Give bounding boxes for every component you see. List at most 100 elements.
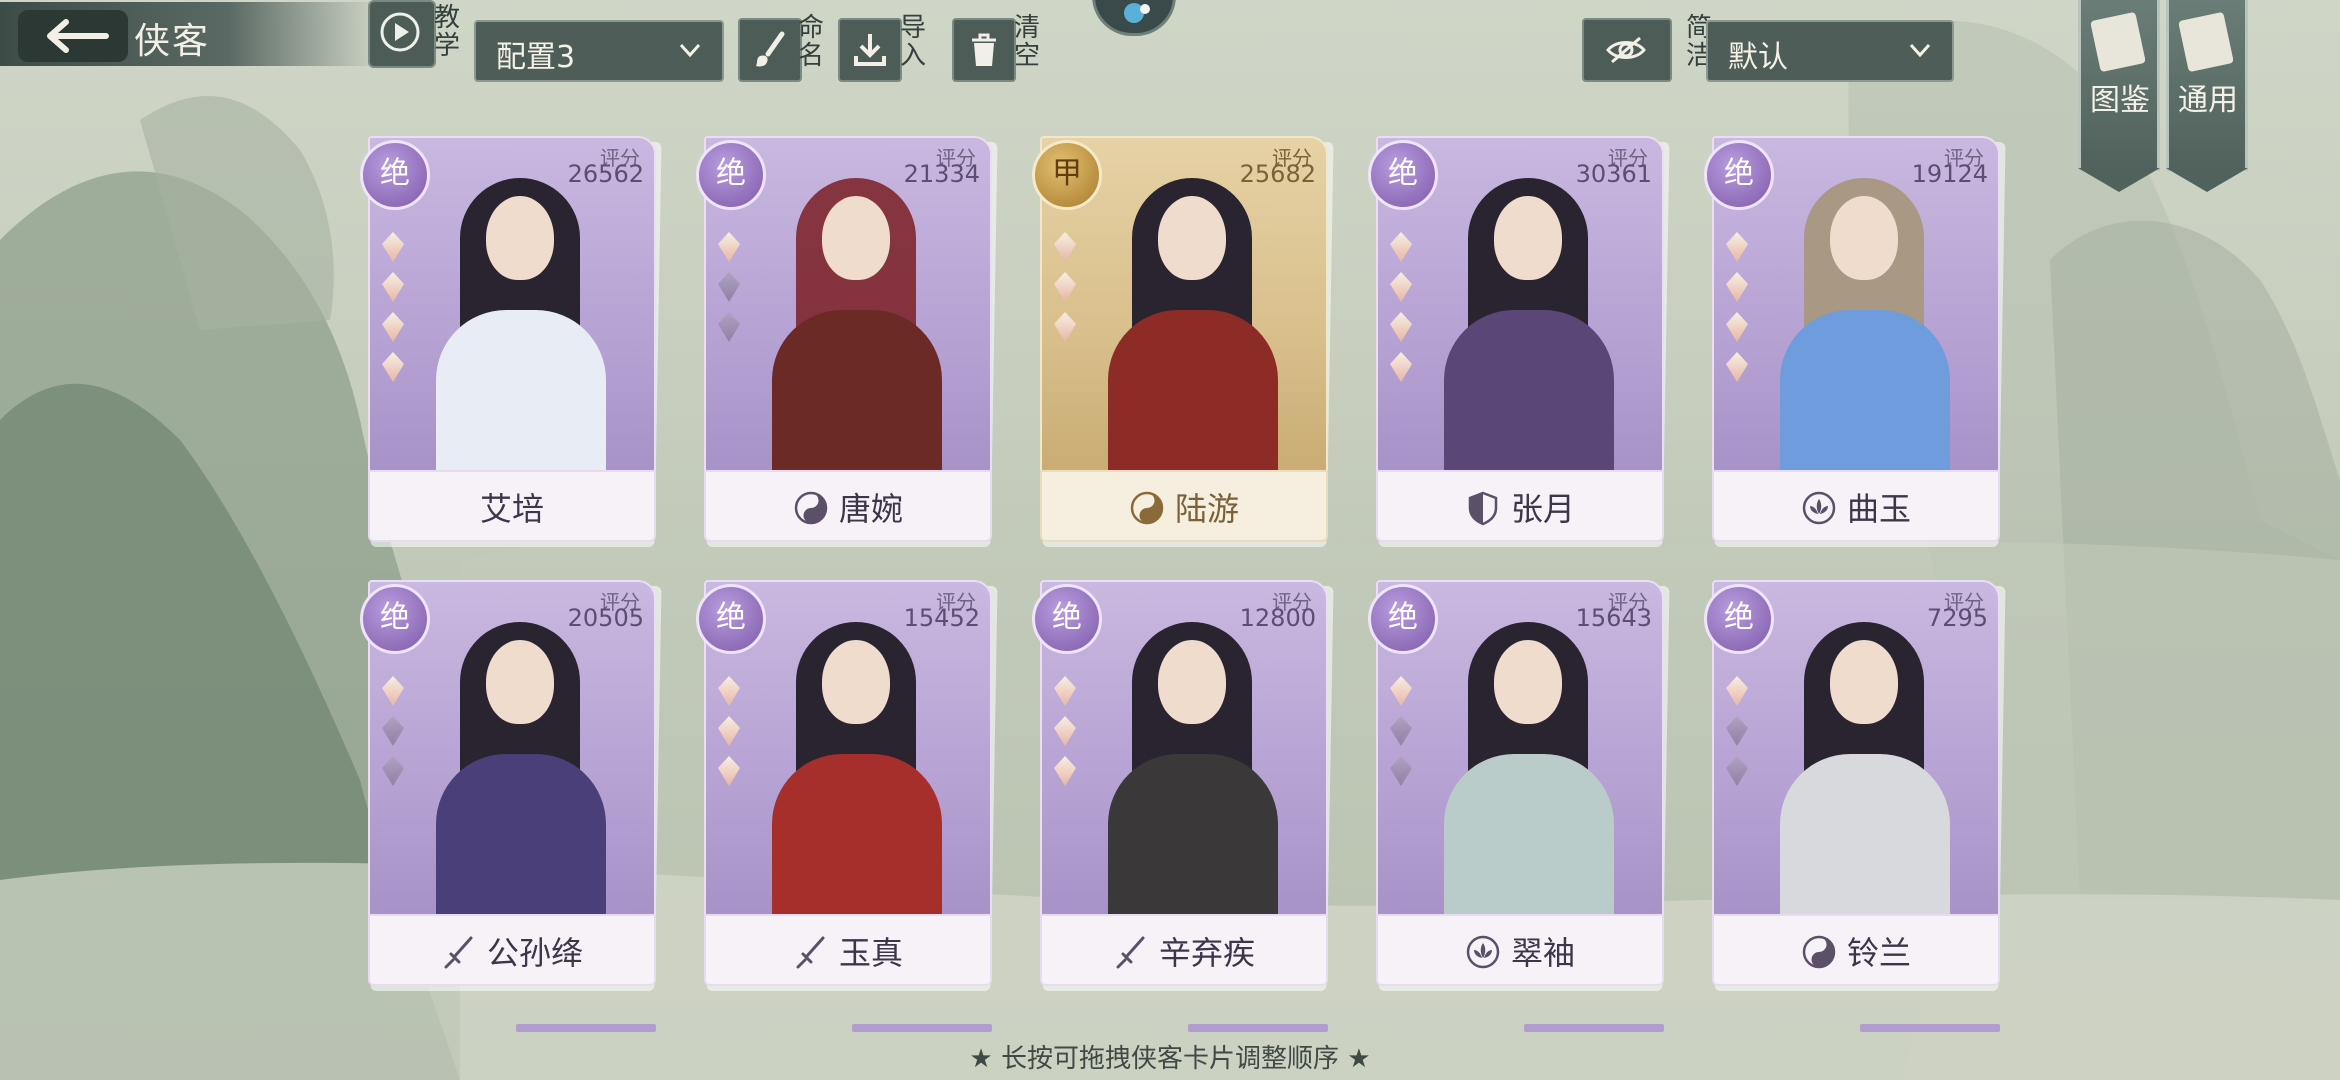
score-value: 19124	[1911, 160, 1988, 188]
codex-label: 图鉴	[2090, 83, 2150, 118]
score-value: 12800	[1239, 604, 1316, 632]
clear-button[interactable]	[952, 18, 1016, 82]
nameplate: 曲玉	[1712, 470, 2000, 542]
yin-yang-icon	[1130, 491, 1164, 525]
chevron-down-icon	[679, 43, 701, 58]
download-icon	[854, 34, 886, 66]
play-icon	[380, 12, 420, 52]
score-value: 15643	[1575, 604, 1652, 632]
star-gems	[1390, 232, 1420, 392]
star-gems	[718, 676, 748, 796]
tier-badge: 绝	[696, 584, 766, 654]
nameplate: 辛弃疾	[1040, 914, 1328, 986]
hero-name: 铃兰	[1846, 934, 1911, 972]
hero-card[interactable]: 评分 12800 绝 辛弃疾	[1032, 580, 1334, 991]
simple-view-button[interactable]	[1582, 18, 1672, 82]
book-icon	[2090, 11, 2146, 73]
back-arrow-icon	[47, 19, 109, 53]
tutorial-button[interactable]	[368, 0, 436, 68]
nameplate: 张月	[1376, 470, 1664, 542]
tier-badge: 绝	[1368, 140, 1438, 210]
header-bar: 侠客	[0, 2, 380, 66]
star-gems	[1390, 676, 1420, 796]
shield-icon	[1468, 491, 1498, 526]
hero-card[interactable]: 评分 15643 绝 翠袖	[1368, 580, 1670, 991]
nameplate: 翠袖	[1376, 914, 1664, 986]
nameplate: 铃兰	[1712, 914, 2000, 986]
emblem-icon	[1092, 0, 1176, 36]
hero-name: 曲玉	[1846, 490, 1911, 528]
codex-button[interactable]: 图鉴	[2078, 0, 2160, 192]
sort-select-value: 默认	[1728, 40, 1788, 75]
chevron-down-icon	[1909, 43, 1931, 58]
rename-button[interactable]	[738, 18, 802, 82]
config-select[interactable]: 配置3	[474, 20, 724, 82]
next-row-card-edge	[852, 1024, 992, 1032]
hero-name: 玉真	[838, 934, 903, 972]
hero-card[interactable]: 评分 7295 绝 铃兰	[1704, 580, 2006, 991]
tier-badge: 绝	[360, 584, 430, 654]
nameplate: 玉真	[704, 914, 992, 986]
score-value: 15452	[903, 604, 980, 632]
page-title: 侠客	[134, 21, 211, 62]
clear-label: 清空	[1014, 13, 1041, 71]
hero-name: 唐婉	[838, 490, 903, 528]
brush-icon	[756, 31, 785, 67]
star-gems	[382, 676, 412, 796]
score-value: 25682	[1239, 160, 1316, 188]
hero-name: 翠袖	[1510, 934, 1575, 972]
hero-card[interactable]: 评分 20505 绝 公孙绛	[360, 580, 662, 991]
star-gems	[718, 232, 748, 352]
tier-badge: 绝	[696, 140, 766, 210]
drag-hint: ★ 长按可拖拽侠客卡片调整顺序 ★	[969, 1044, 1371, 1074]
hero-card[interactable]: 评分 25682 甲 陆游	[1032, 136, 1334, 547]
trash-icon	[972, 33, 996, 66]
star-gems	[1054, 676, 1084, 796]
yin-yang-icon	[794, 491, 828, 525]
score-value: 26562	[567, 160, 644, 188]
next-row-card-edge	[1188, 1024, 1328, 1032]
rename-label: 命名	[798, 13, 825, 71]
back-button[interactable]	[18, 10, 128, 62]
import-label: 导入	[900, 13, 927, 71]
next-row-card-edge	[516, 1024, 656, 1032]
import-button[interactable]	[838, 18, 902, 82]
score-value: 20505	[567, 604, 644, 632]
tier-badge: 绝	[1368, 584, 1438, 654]
nameplate: 艾培	[368, 470, 656, 542]
hero-card[interactable]: 评分 15452 绝 玉真	[696, 580, 998, 991]
hero-name: 张月	[1510, 490, 1575, 528]
lotus-icon	[1802, 491, 1836, 525]
hero-name: 公孙绛	[486, 934, 583, 972]
top-bar: 侠客 教学 配置3 命名 导入 清空 简洁 默认 图鉴 通用	[0, 0, 2340, 192]
tier-badge: 绝	[1032, 584, 1102, 654]
tier-badge: 绝	[1704, 140, 1774, 210]
sword-icon	[1116, 936, 1145, 969]
hero-name: 辛弃疾	[1158, 934, 1255, 972]
star-gems	[1726, 232, 1756, 392]
hero-card[interactable]: 评分 19124 绝 曲玉	[1704, 136, 2006, 547]
lotus-icon	[1466, 935, 1500, 969]
general-button[interactable]: 通用	[2166, 0, 2248, 192]
sword-icon	[796, 936, 825, 969]
sort-select[interactable]: 默认	[1706, 20, 1954, 82]
hero-name: 艾培	[479, 490, 544, 528]
hero-card[interactable]: 评分 21334 绝 唐婉	[696, 136, 998, 547]
scroll-icon	[2178, 11, 2234, 73]
nameplate: 陆游	[1040, 470, 1328, 542]
star-gems	[382, 232, 412, 392]
hero-card[interactable]: 评分 26562 绝 艾培	[360, 136, 662, 547]
hero-card[interactable]: 评分 30361 绝 张月	[1368, 136, 1670, 547]
tier-badge: 绝	[1704, 584, 1774, 654]
next-row-card-edge	[1860, 1024, 2000, 1032]
tier-badge: 甲	[1032, 140, 1102, 210]
yin-yang-icon	[1802, 935, 1836, 969]
hero-name: 陆游	[1174, 490, 1239, 528]
general-label: 通用	[2178, 83, 2238, 118]
score-value: 30361	[1575, 160, 1652, 188]
score-value: 21334	[903, 160, 980, 188]
next-row-card-edge	[1524, 1024, 1664, 1032]
star-gems	[1726, 676, 1756, 796]
score-value: 7295	[1926, 604, 1988, 632]
config-select-value: 配置3	[496, 40, 576, 75]
